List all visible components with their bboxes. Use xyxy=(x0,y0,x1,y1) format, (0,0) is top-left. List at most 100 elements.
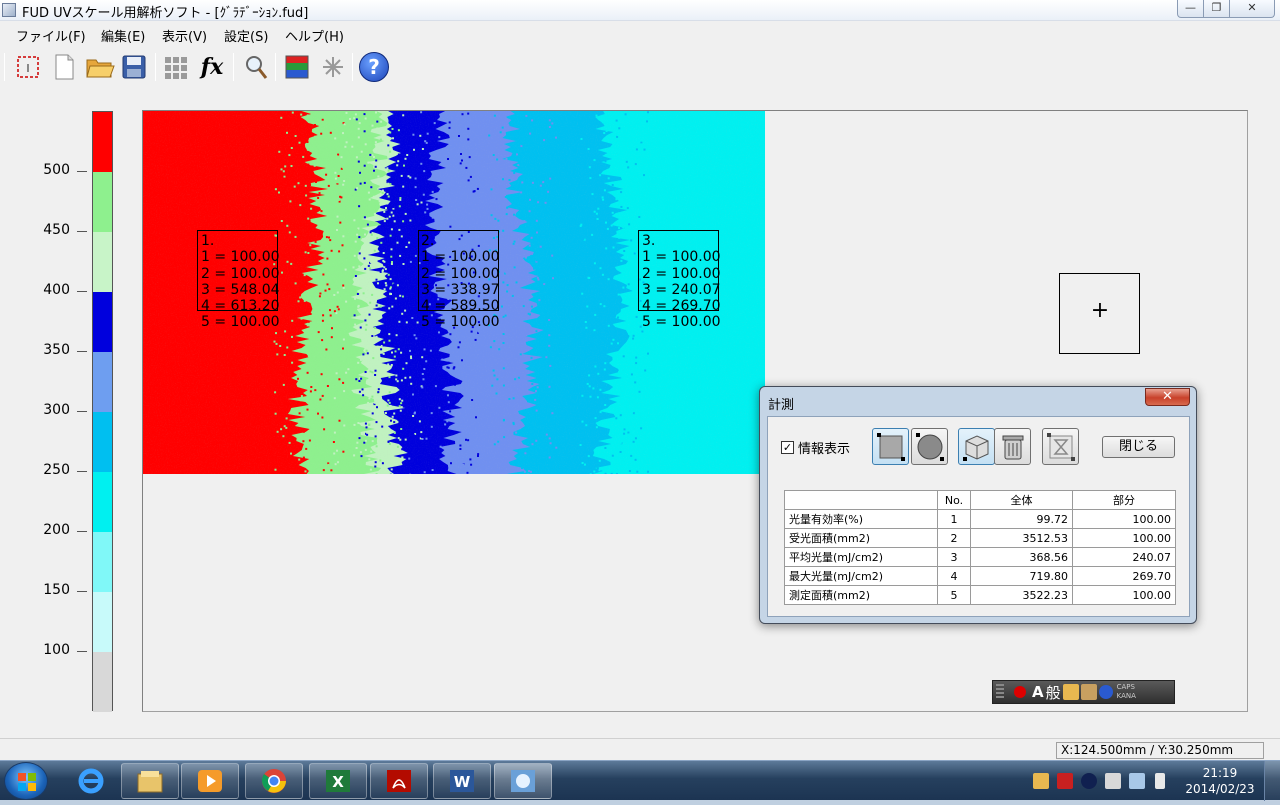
media-player-icon xyxy=(195,767,225,795)
excel-icon: X xyxy=(323,767,353,795)
ime-help-icon[interactable] xyxy=(1099,685,1113,699)
ime-tools-icon[interactable] xyxy=(1081,684,1097,700)
tray-app-icon[interactable] xyxy=(1033,773,1049,789)
row-partial: 100.00 xyxy=(1073,529,1176,548)
main-window: FUD UVスケール用解析ソフト - [ｸﾞﾗﾃﾞｰｼｮﾝ.fud] — ❐ ✕… xyxy=(0,0,1280,760)
taskbar-acrobat[interactable] xyxy=(370,763,428,799)
help-label: ? xyxy=(359,52,389,82)
function-icon[interactable]: fx xyxy=(196,51,228,83)
crosshair-icon: + xyxy=(1090,300,1110,322)
ime-conversion-mode[interactable]: 般 xyxy=(1046,682,1061,703)
trash-icon xyxy=(998,432,1028,462)
tray-sync-icon[interactable] xyxy=(1081,773,1097,789)
tray-shield-icon[interactable] xyxy=(1057,773,1073,789)
rect-roi-button[interactable] xyxy=(872,428,909,465)
clear-button[interactable] xyxy=(1042,428,1079,465)
ie-icon xyxy=(76,766,106,796)
row-total: 3522.23 xyxy=(971,586,1073,605)
legend-tick-mark xyxy=(77,291,87,292)
cube-button[interactable] xyxy=(958,428,995,465)
dialog-close-button[interactable]: ✕ xyxy=(1145,388,1190,406)
delete-button[interactable] xyxy=(994,428,1031,465)
save-icon[interactable] xyxy=(118,51,150,83)
row-total: 719.80 xyxy=(971,567,1073,586)
menu-help[interactable]: ヘルプ(H) xyxy=(285,26,344,45)
menu-view[interactable]: 表示(V) xyxy=(162,26,207,45)
color-scale-icon[interactable] xyxy=(281,51,313,83)
table-header: No. xyxy=(938,491,971,510)
word-icon: W xyxy=(447,767,477,795)
taskbar-word[interactable]: W xyxy=(433,763,491,799)
taskbar-explorer[interactable] xyxy=(121,763,179,799)
select-area-icon[interactable]: I xyxy=(12,51,44,83)
function-label: fx xyxy=(201,54,224,80)
legend-segment xyxy=(93,112,112,172)
legend-tick-label: 500 xyxy=(18,162,70,178)
start-button[interactable] xyxy=(4,762,48,800)
open-folder-icon[interactable] xyxy=(84,51,116,83)
coordinate-readout: X:124.500mm / Y:30.250mm xyxy=(1056,742,1264,759)
cursor-roi-box[interactable]: + xyxy=(1059,273,1140,354)
info-display-checkbox[interactable]: ✓ xyxy=(781,441,794,454)
row-number: 4 xyxy=(938,567,971,586)
toolbar-separator xyxy=(155,53,156,81)
taskbar-excel[interactable]: X xyxy=(309,763,367,799)
menu-edit[interactable]: 編集(E) xyxy=(101,26,145,45)
roi-label-3: 3. 1 = 100.00 2 = 100.00 3 = 240.07 4 = … xyxy=(642,233,721,331)
square-shape-icon xyxy=(876,432,906,462)
explorer-icon xyxy=(135,767,165,795)
row-total: 99.72 xyxy=(971,510,1073,529)
row-number: 2 xyxy=(938,529,971,548)
legend-tick-label: 300 xyxy=(18,402,70,418)
minimize-button[interactable]: — xyxy=(1177,0,1204,18)
legend-segment xyxy=(93,652,112,712)
hourglass-icon xyxy=(1046,432,1076,462)
toolbar-separator xyxy=(233,53,234,81)
row-partial: 100.00 xyxy=(1073,510,1176,529)
status-bar: X:124.500mm / Y:30.250mm xyxy=(0,738,1280,760)
acrobat-icon xyxy=(384,767,414,795)
tray-display-icon[interactable] xyxy=(1105,773,1121,789)
help-icon[interactable]: ? xyxy=(358,51,390,83)
menu-settings[interactable]: 設定(S) xyxy=(224,26,268,45)
taskbar-ie[interactable] xyxy=(62,763,120,799)
windows-taskbar: X W 21:19 2014/02/23 xyxy=(0,760,1280,800)
row-number: 1 xyxy=(938,510,971,529)
toolbar-separator xyxy=(275,53,276,81)
sparkle-icon[interactable] xyxy=(317,51,349,83)
legend-tick-label: 400 xyxy=(18,282,70,298)
table-row: 最大光量(mJ/cm2) 4 719.80 269.70 xyxy=(785,567,1176,586)
taskbar-chrome[interactable] xyxy=(245,763,303,799)
svg-text:W: W xyxy=(454,773,471,791)
show-desktop-button[interactable] xyxy=(1264,761,1280,801)
ime-language-bar[interactable]: A 般 CAPS KANA xyxy=(992,680,1175,704)
menu-file[interactable]: ファイル(F) xyxy=(16,26,86,45)
roi-label-1: 1. 1 = 100.00 2 = 100.00 3 = 548.04 4 = … xyxy=(201,233,280,331)
row-partial: 240.07 xyxy=(1073,548,1176,567)
maximize-button[interactable]: ❐ xyxy=(1203,0,1230,18)
magnifier-icon[interactable] xyxy=(240,51,272,83)
ime-input-mode-a[interactable]: A xyxy=(1032,683,1044,701)
system-clock[interactable]: 21:19 2014/02/23 xyxy=(1185,765,1255,797)
close-dialog-button[interactable]: 閉じる xyxy=(1102,436,1175,458)
cube-icon xyxy=(962,432,992,462)
roi-label-2: 2. 1 = 100.00 2 = 100.00 3 = 338.97 4 = … xyxy=(421,233,500,331)
ime-dictionary-icon[interactable] xyxy=(1063,684,1079,700)
taskbar-media-player[interactable] xyxy=(181,763,239,799)
row-label: 光量有効率(%) xyxy=(785,510,938,529)
circle-roi-button[interactable] xyxy=(911,428,948,465)
grid-icon[interactable] xyxy=(160,51,192,83)
legend-tick-label: 150 xyxy=(18,582,70,598)
table-row: 測定面積(mm2) 5 3522.23 100.00 xyxy=(785,586,1176,605)
row-total: 3512.53 xyxy=(971,529,1073,548)
tray-volume-icon[interactable] xyxy=(1155,773,1165,789)
close-window-button[interactable]: ✕ xyxy=(1229,0,1275,18)
tray-network-icon[interactable] xyxy=(1129,773,1145,789)
row-number: 3 xyxy=(938,548,971,567)
legend-tick-label: 250 xyxy=(18,462,70,478)
taskbar-uv-app[interactable] xyxy=(494,763,552,799)
legend-segment xyxy=(93,592,112,652)
new-file-icon[interactable] xyxy=(48,51,80,83)
ime-record-icon[interactable] xyxy=(1014,686,1026,698)
row-label: 平均光量(mJ/cm2) xyxy=(785,548,938,567)
